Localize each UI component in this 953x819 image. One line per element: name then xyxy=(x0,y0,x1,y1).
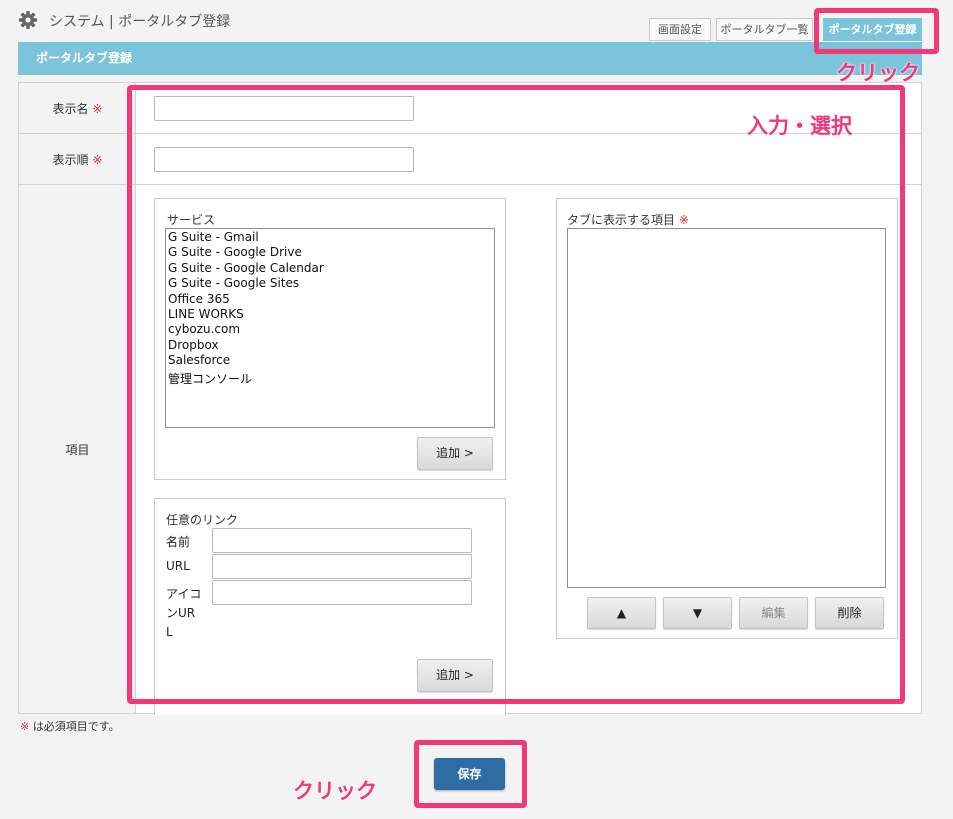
highlight-input-area xyxy=(127,85,905,704)
display-order-label-text: 表示順 xyxy=(52,153,89,167)
section-header: ポータルタブ登録 xyxy=(18,42,922,75)
tab-screen-settings[interactable]: 画面設定 xyxy=(649,18,711,41)
items-label: 項目 xyxy=(65,443,90,457)
page-title: システム | ポータルタブ登録 xyxy=(49,14,231,30)
annotation-click-top: クリック xyxy=(836,61,920,85)
display-order-label: 表示順 ※ xyxy=(19,151,136,168)
annotation-click-bottom: クリック xyxy=(293,779,377,803)
required-note-text: は必須項目です。 xyxy=(29,720,120,733)
display-name-label: 表示名 ※ xyxy=(19,100,136,117)
tab-portal-tab-list[interactable]: ポータルタブ一覧 xyxy=(716,18,813,41)
required-note: ※ は必須項目です。 xyxy=(20,718,120,734)
required-mark: ※ xyxy=(92,153,103,167)
display-name-label-text: 表示名 xyxy=(52,102,89,116)
required-mark: ※ xyxy=(92,102,103,116)
highlight-save-button xyxy=(414,740,527,808)
annotation-input-select: 入力・選択 xyxy=(747,114,852,138)
highlight-register-tab xyxy=(814,8,939,54)
gear-icon xyxy=(19,11,37,29)
required-mark: ※ xyxy=(20,720,30,733)
label-column xyxy=(19,83,136,713)
